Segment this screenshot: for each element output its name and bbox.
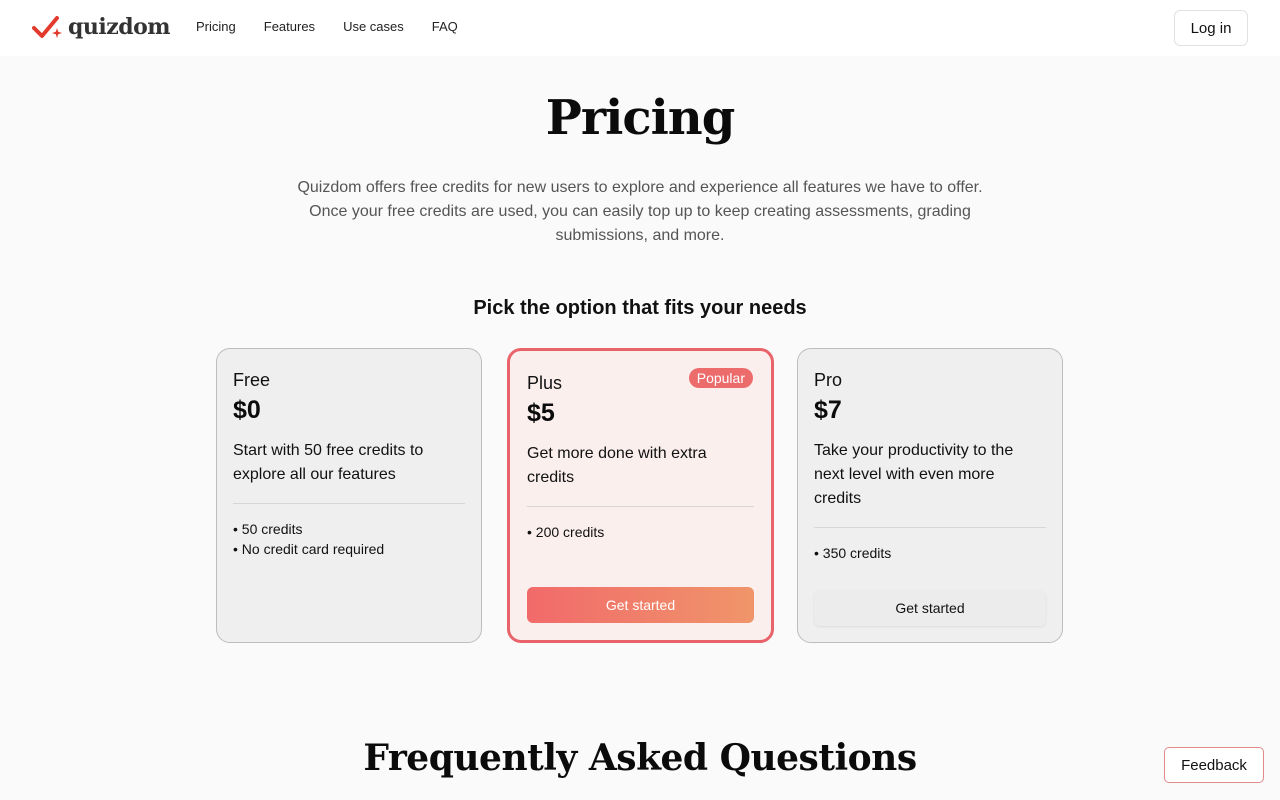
plan-description: Start with 50 free credits to explore al…: [233, 442, 424, 483]
plan-features: • 200 credits: [527, 522, 754, 542]
checkmark-sparkle-icon: [32, 16, 62, 38]
get-started-button-pro[interactable]: Get started: [814, 590, 1046, 626]
plan-price: $5: [527, 399, 555, 427]
divider: [233, 503, 465, 504]
plan-name: Pro: [814, 370, 843, 390]
page-title: Pricing: [545, 90, 736, 146]
nav-link-pricing[interactable]: Pricing: [196, 19, 236, 34]
feature-item: • No credit card required: [233, 541, 385, 557]
nav-link-faq[interactable]: FAQ: [432, 19, 458, 34]
plan-price: $7: [814, 396, 842, 424]
plan-price: $0: [233, 396, 261, 424]
plans-subheading: Pick the option that fits your needs: [473, 297, 807, 319]
nav-links: Pricing Features Use cases FAQ: [196, 19, 458, 34]
logo[interactable]: quizdom: [32, 12, 171, 42]
nav-link-features[interactable]: Features: [264, 19, 315, 34]
faq-title: Frequently Asked Questions: [363, 737, 917, 779]
login-button[interactable]: Log in: [1174, 10, 1248, 46]
pricing-intro: Quizdom offers free credits for new user…: [297, 179, 983, 244]
plan-description: Take your productivity to the next level…: [814, 442, 1014, 507]
plan-features: • 350 credits: [814, 543, 1046, 563]
get-started-button-plus[interactable]: Get started: [527, 587, 754, 623]
feature-item: • 50 credits: [233, 521, 303, 537]
plan-card-pro: Pro $7 Take your productivity to the nex…: [797, 348, 1063, 643]
plan-card-free: Free $0 Start with 50 free credits to ex…: [216, 348, 482, 643]
feedback-button[interactable]: Feedback: [1164, 747, 1264, 783]
divider: [527, 506, 754, 507]
plan-card-plus: Popular Plus $5 Get more done with extra…: [507, 348, 774, 643]
plan-features: • 50 credits • No credit card required: [233, 519, 465, 559]
plan-description: Get more done with extra credits: [527, 445, 707, 486]
feature-item: • 200 credits: [527, 524, 605, 540]
popular-badge: Popular: [688, 368, 753, 388]
logo-text: quizdom: [68, 14, 171, 40]
top-nav: quizdom Pricing Features Use cases FAQ L…: [0, 0, 1280, 56]
plan-name: Free: [233, 370, 271, 390]
nav-link-use-cases[interactable]: Use cases: [343, 19, 404, 34]
feature-item: • 350 credits: [814, 545, 892, 561]
divider: [814, 527, 1046, 528]
